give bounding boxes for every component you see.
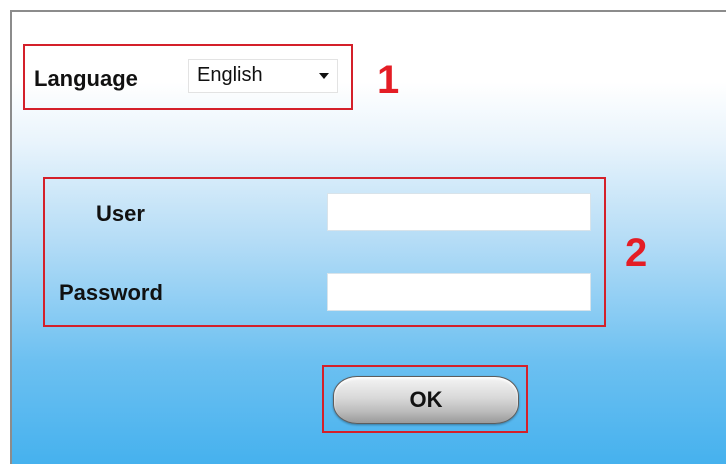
callout-number-1: 1 xyxy=(377,58,400,102)
language-select-value: English xyxy=(197,64,263,86)
user-label: User xyxy=(96,201,145,226)
user-input[interactable] xyxy=(327,193,591,231)
password-label: Password xyxy=(59,280,163,305)
ok-button[interactable]: OK xyxy=(333,376,519,424)
password-input[interactable] xyxy=(327,273,591,311)
chevron-down-icon[interactable] xyxy=(319,73,329,79)
language-label: Language xyxy=(34,66,138,91)
callout-number-2: 2 xyxy=(625,231,648,275)
language-select[interactable]: English xyxy=(188,59,338,93)
